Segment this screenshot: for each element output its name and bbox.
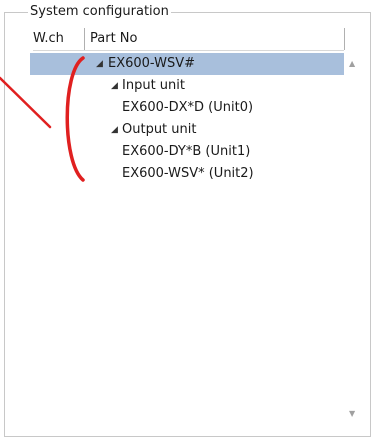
scroll-up-arrow-icon[interactable]: ▲ — [349, 59, 355, 69]
tree-node-label: EX600-WSV* (Unit2) — [122, 166, 254, 181]
tree-node-label: EX600-DY*B (Unit1) — [122, 144, 251, 159]
triangle-expanded-icon[interactable]: ◢ — [111, 75, 118, 97]
column-divider[interactable] — [344, 28, 345, 50]
tree-node-root[interactable]: ◢ EX600-WSV# — [30, 53, 344, 75]
tree-node-unit2[interactable]: EX600-WSV* (Unit2) — [30, 163, 344, 185]
vertical-scrollbar[interactable]: ▲ ▼ — [344, 53, 362, 435]
triangle-expanded-icon[interactable]: ◢ — [111, 119, 118, 141]
tree-node-label: EX600-DX*D (Unit0) — [122, 100, 254, 115]
tree-node-label: Input unit — [122, 78, 185, 93]
tree-node-label: Output unit — [122, 122, 197, 137]
tree-node-unit0[interactable]: EX600-DX*D (Unit0) — [30, 97, 344, 119]
tree-node-unit1[interactable]: EX600-DY*B (Unit1) — [30, 141, 344, 163]
tree-node-label: EX600-WSV# — [108, 56, 195, 71]
column-header-part-no[interactable]: Part No — [90, 28, 137, 50]
tree-node-input-unit[interactable]: ◢ Input unit — [30, 75, 344, 97]
triangle-expanded-icon[interactable]: ◢ — [96, 53, 103, 75]
column-divider[interactable] — [84, 28, 85, 50]
scroll-down-arrow-icon[interactable]: ▼ — [349, 409, 355, 419]
column-header-wch[interactable]: W.ch — [33, 28, 64, 50]
system-configuration-panel: System configuration W.ch Part No ◢ EX60… — [0, 0, 374, 439]
tree-node-output-unit[interactable]: ◢ Output unit — [30, 119, 344, 141]
configuration-tree[interactable]: ◢ EX600-WSV# ◢ Input unit EX600-DX*D (Un… — [30, 53, 344, 435]
header-divider — [33, 50, 344, 51]
group-title: System configuration — [28, 4, 171, 20]
